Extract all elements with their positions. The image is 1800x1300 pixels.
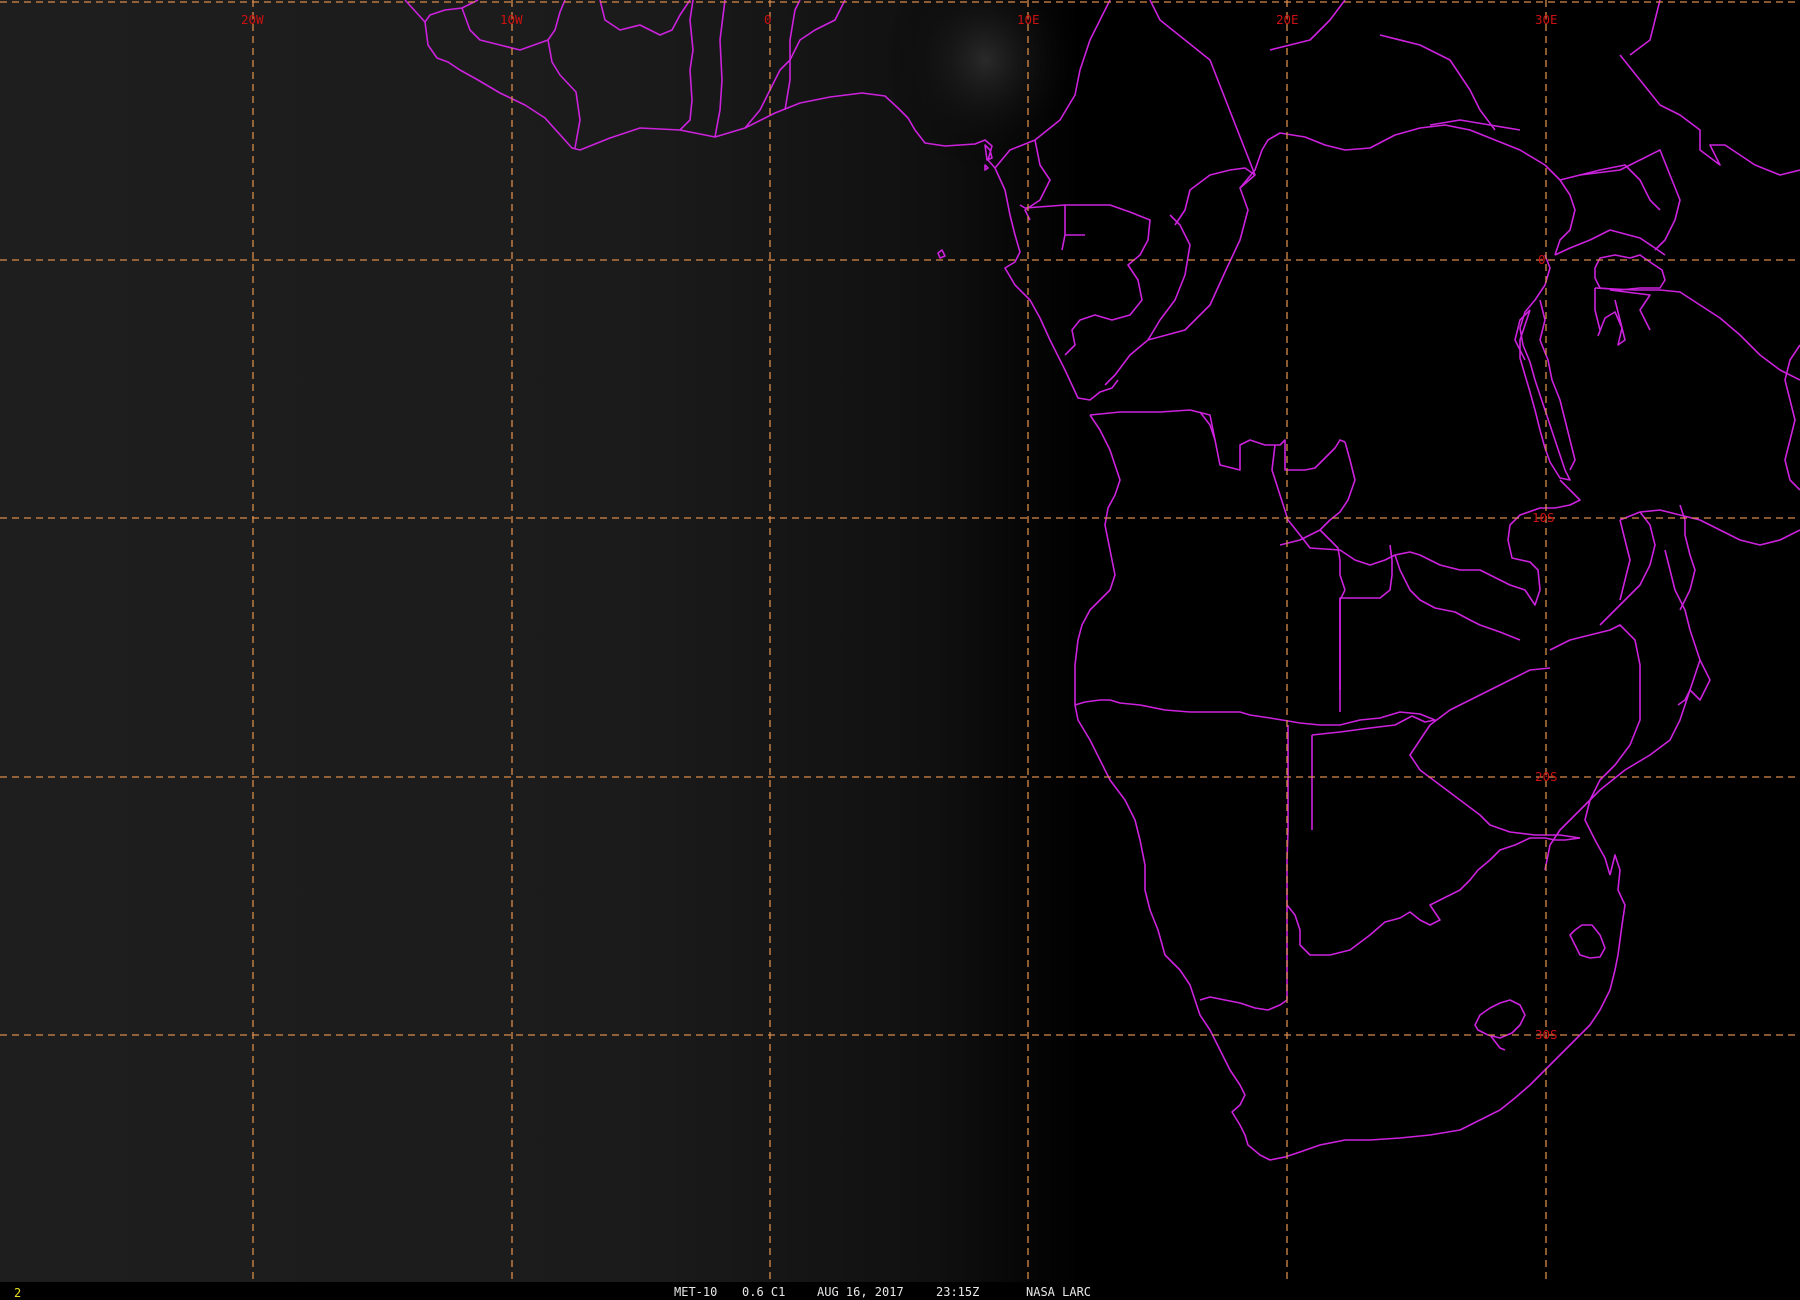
- footer-time: 23:15Z: [936, 1285, 979, 1299]
- footer-date: AUG 16, 2017: [817, 1285, 904, 1299]
- footer-source: NASA LARC: [1026, 1285, 1091, 1299]
- footer-channel: 0.6 C1: [742, 1285, 785, 1299]
- frame-number: 2: [14, 1286, 21, 1300]
- lon-label-20e: 20E: [1276, 12, 1299, 27]
- lon-label-10e: 10E: [1017, 12, 1040, 27]
- sun-glint: [700, 0, 1160, 500]
- lon-label-20w: 20W: [241, 12, 264, 27]
- satellite-image-map: 20W 10W 0 10E 20E 30E 0 10S 20S 30S 2 ME…: [0, 0, 1800, 1300]
- lat-label-10s: 10S: [1532, 510, 1555, 525]
- lat-label-30s: 30S: [1535, 1027, 1558, 1042]
- lon-label-10w: 10W: [500, 12, 523, 27]
- lat-label-0: 0: [1538, 252, 1546, 267]
- lon-label-30e: 30E: [1535, 12, 1558, 27]
- lon-label-0: 0: [764, 12, 772, 27]
- footer-satellite: MET-10: [674, 1285, 717, 1299]
- lat-label-20s: 20S: [1535, 769, 1558, 784]
